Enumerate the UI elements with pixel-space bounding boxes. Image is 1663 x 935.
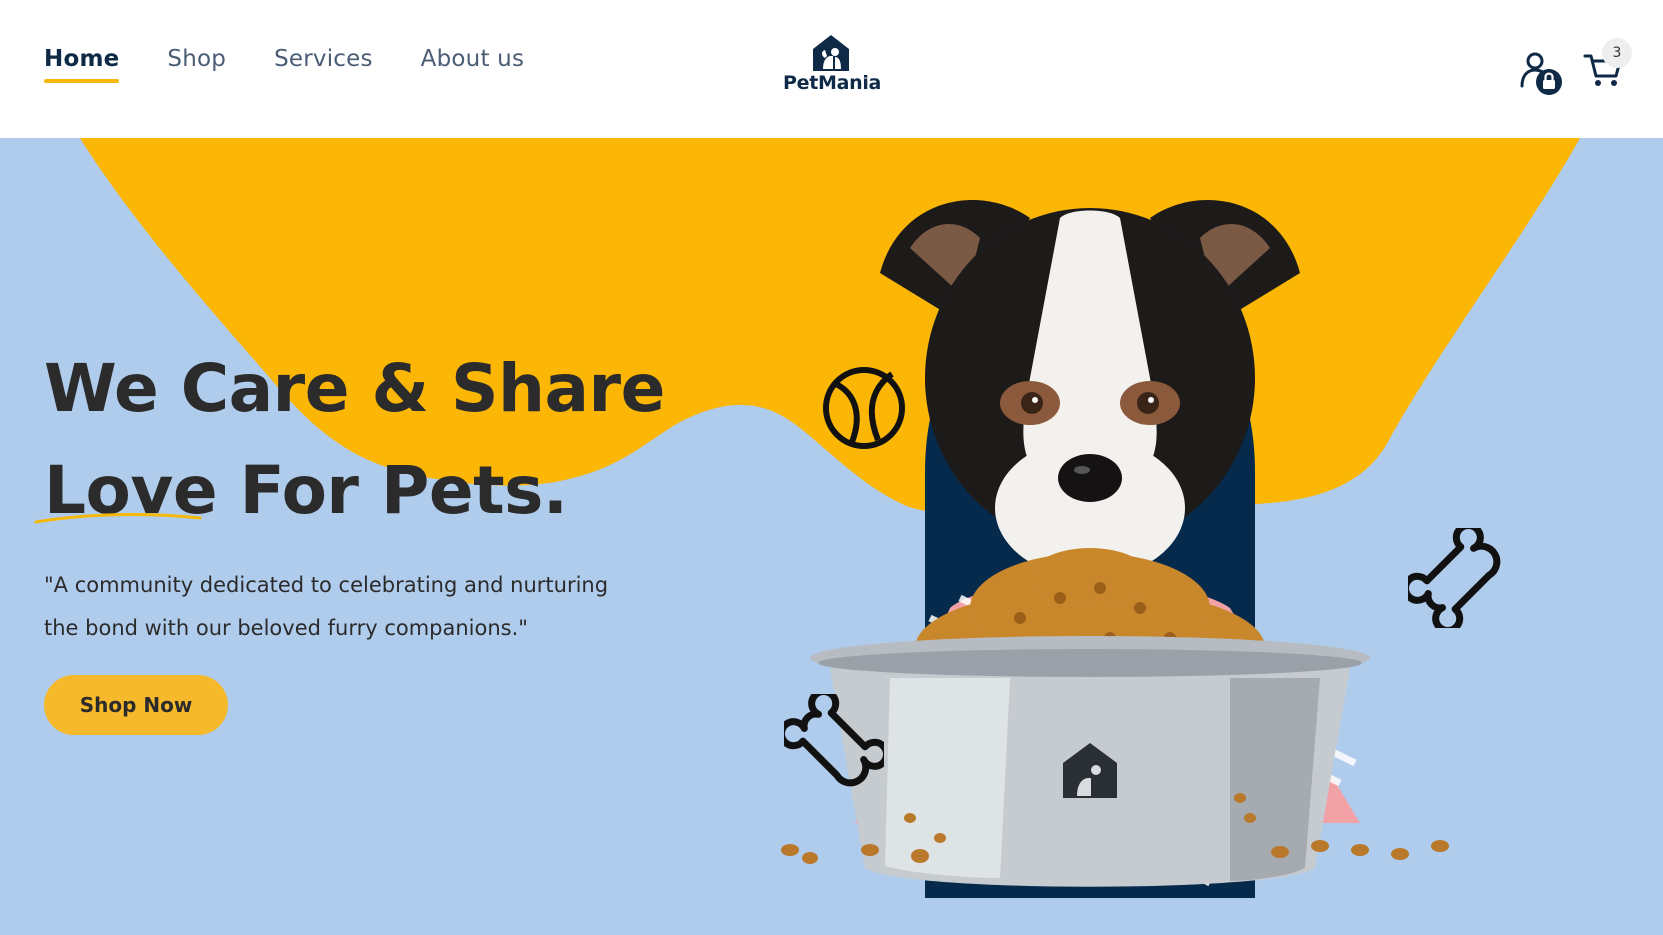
bone-icon [784,694,884,787]
shop-now-button[interactable]: Shop Now [44,675,228,735]
user-lock-icon [1520,52,1562,95]
house-pet-icon [813,35,849,71]
tennis-ball-icon [823,367,905,449]
nav-services[interactable]: Services [274,46,373,72]
nav-about-us[interactable]: About us [421,46,524,72]
brand-name: PetMania [783,72,882,94]
hero-illustration [781,200,1449,898]
hero-section: We Care & Share Love For Pets. "A commun… [0,138,1663,935]
brand-logo[interactable]: PetMania [783,34,882,94]
account-button[interactable] [1520,50,1566,96]
hero-tagline: "A community dedicated to celebrating an… [44,564,684,650]
headline-line-2: Love For Pets. [44,452,568,529]
tagline-line-1: "A community dedicated to celebrating an… [44,573,609,597]
cart-count-badge: 3 [1602,38,1632,68]
bone-icon [1408,528,1501,628]
tagline-line-2: the bond with our beloved furry companio… [44,616,528,640]
site-header: Home Shop Services About us PetMania 3 [0,0,1663,138]
nav-home[interactable]: Home [44,46,120,83]
headline-underline [34,513,202,524]
nav-shop[interactable]: Shop [167,46,226,72]
main-nav: Home Shop Services About us [44,46,572,83]
headline-line-1: We Care & Share [44,350,665,427]
